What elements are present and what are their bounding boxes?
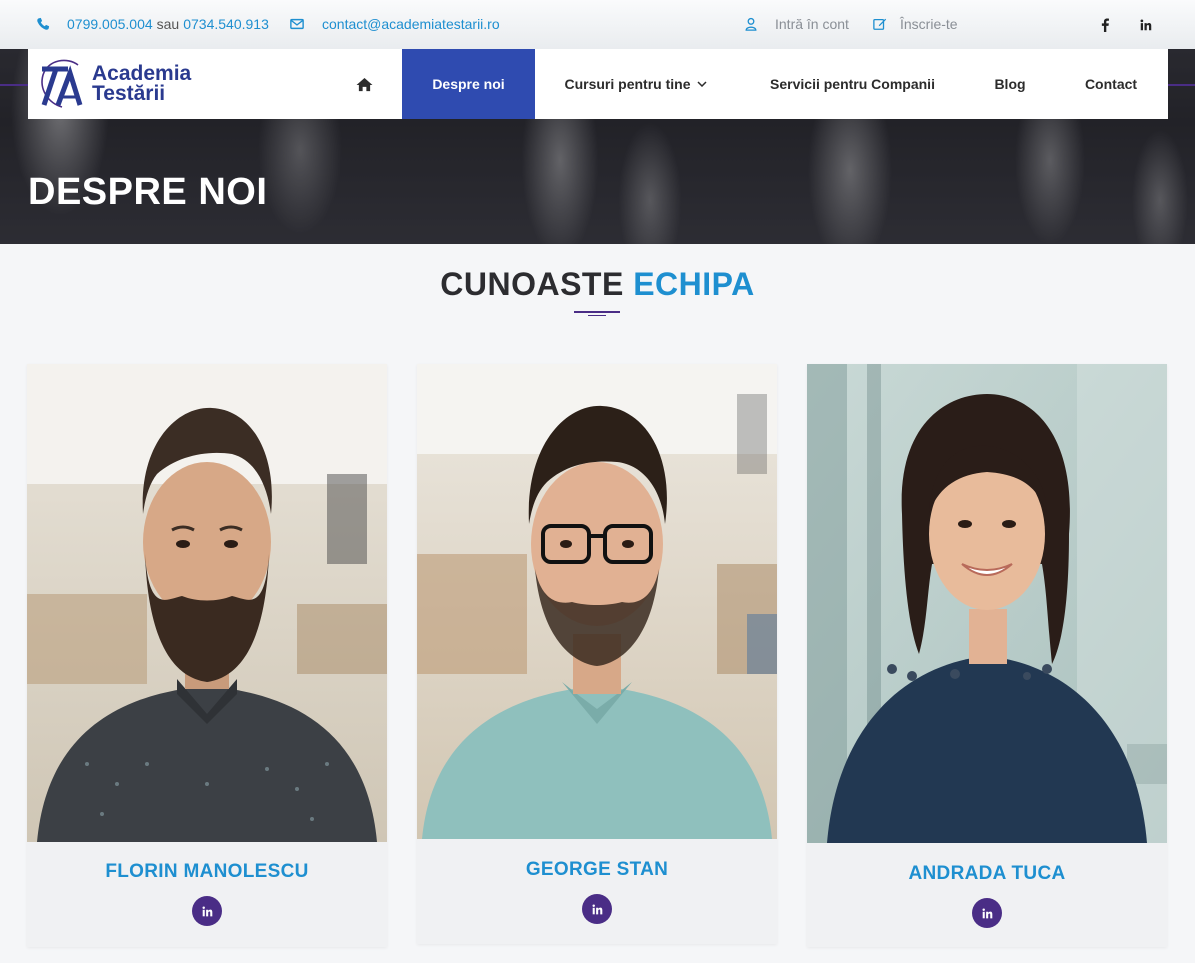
linkedin-icon [201,905,212,916]
nav-despre-noi[interactable]: Despre noi [402,49,535,119]
team-card-info: ANDRADA TUCA [807,863,1167,928]
team-photo [417,364,777,839]
linkedin-profile-button[interactable] [192,896,222,926]
edit-icon [873,18,887,30]
top-bar: 0799.005.004 sau 0734.540.913 contact@ac… [0,0,1195,49]
phone-separator: sau [156,16,180,32]
nav-contact[interactable]: Contact [1073,49,1149,119]
main-navbar: Academia Testării Despre noi Cursuri pen… [28,49,1168,119]
logo-text: Academia Testării [92,62,192,105]
page-title: DESPRE NOI [28,171,268,213]
register-link[interactable]: Înscrie-te [873,16,958,32]
user-icon [745,17,757,31]
facebook-button[interactable] [1095,15,1115,35]
login-link[interactable]: Intră în cont [744,16,849,32]
team-card-info: GEORGE STAN [417,859,777,924]
nav-label: Blog [994,76,1026,92]
team-photo [807,364,1167,843]
team-card: FLORIN MANOLESCU [27,364,387,947]
nav-servicii[interactable]: Servicii pentru Companii [751,49,954,119]
facebook-icon [1101,18,1109,32]
login-label: Intră în cont [775,16,849,32]
phone-icon [37,17,50,30]
nav-label: Servicii pentru Companii [770,76,935,92]
home-icon [356,77,372,91]
linkedin-icon [591,903,602,914]
logo-mark-icon [41,59,83,108]
member-name: ANDRADA TUCA [908,863,1066,884]
envelope-icon [290,18,304,30]
heading-underline-accent [588,315,606,316]
phone-link-1[interactable]: 0799.005.004 [67,16,153,32]
register-label: Înscrie-te [900,16,958,32]
nav-label: Contact [1084,76,1138,92]
section-heading: CUNOASTE ECHIPA [0,266,1195,303]
team-card: GEORGE STAN [417,364,777,944]
phone-link-2[interactable]: 0734.540.913 [183,16,269,32]
member-name: GEORGE STAN [525,859,669,880]
linkedin-profile-button[interactable] [972,898,1002,928]
linkedin-profile-button[interactable] [582,894,612,924]
chevron-down-icon [696,81,707,87]
nav-label: Despre noi [432,76,505,92]
email-contact: contact@academiatestarii.ro [290,16,500,32]
logo-line-1: Academia [92,62,192,85]
team-card-info: FLORIN MANOLESCU [27,861,387,926]
nav-cursuri[interactable]: Cursuri pentru tine [548,49,723,119]
heading-blue-part: ECHIPA [633,266,755,302]
heading-dark-part: CUNOASTE [440,266,624,302]
member-name: FLORIN MANOLESCU [105,861,309,882]
team-card: ANDRADA TUCA [807,364,1167,947]
email-link[interactable]: contact@academiatestarii.ro [322,16,500,32]
nav-home[interactable] [341,49,387,119]
linkedin-icon [1140,19,1152,31]
site-logo[interactable]: Academia Testării [38,55,218,113]
logo-line-2: Testării [92,82,166,105]
linkedin-icon [981,907,992,918]
heading-underline [574,311,620,313]
nav-blog[interactable]: Blog [980,49,1040,119]
phone-contact: 0799.005.004 sau 0734.540.913 [36,16,269,32]
nav-label: Cursuri pentru tine [564,76,691,92]
linkedin-top-button[interactable] [1136,15,1156,35]
team-photo [27,364,387,842]
